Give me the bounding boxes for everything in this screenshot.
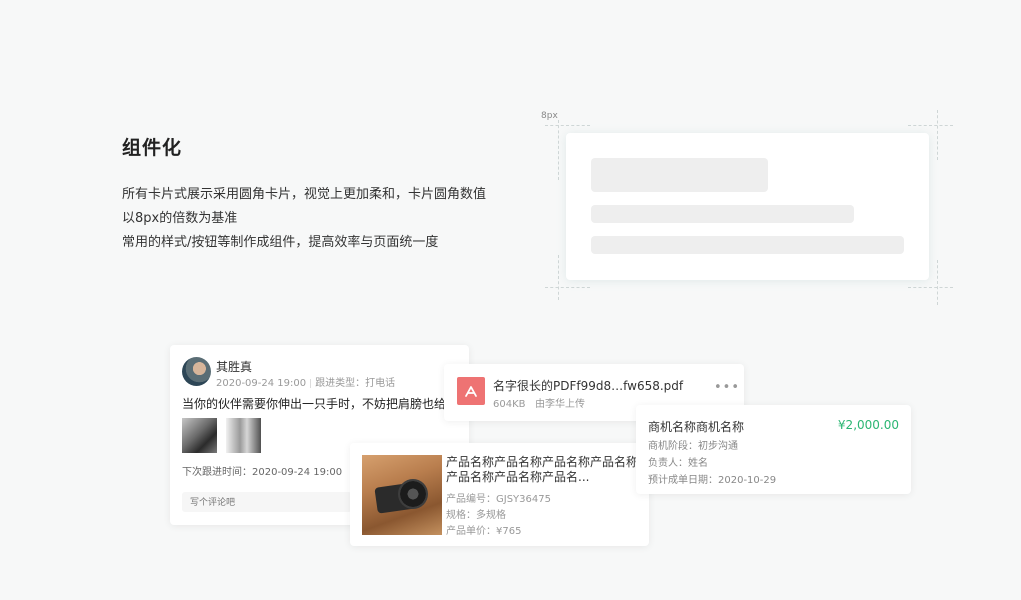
camera-lens — [398, 479, 428, 509]
pdf-glyph — [465, 386, 477, 397]
more-icon[interactable]: ••• — [714, 380, 740, 395]
radius-spec-label: 8px — [541, 111, 558, 121]
opportunity-stage: 商机阶段：初步沟通 — [648, 441, 738, 452]
section-title: 组件化 — [122, 137, 183, 159]
guide-line — [545, 125, 590, 126]
followup-type: 跟进类型：打电话 — [315, 378, 396, 389]
product-card[interactable]: 产品名称产品名称产品名称产品名称产品名称产品名称产品名... 产品编号：GJSY… — [350, 443, 649, 546]
product-name[interactable]: 产品名称产品名称产品名称产品名称产品名称产品名称产品名... — [446, 455, 638, 485]
divider — [310, 378, 312, 388]
product-image[interactable] — [362, 455, 442, 535]
attachment-thumbnail[interactable] — [182, 418, 217, 453]
next-followup-time: 下次跟进时间：2020-09-24 19:00 — [182, 467, 343, 478]
avatar[interactable] — [182, 357, 211, 386]
description-line-2: 以8px的倍数为基准 — [122, 211, 238, 226]
description-line-3: 常用的样式/按钮等制作成组件，提高效率与页面统一度 — [122, 235, 439, 250]
opportunity-amount: ¥2,000.00 — [837, 418, 899, 432]
guide-line — [545, 287, 590, 288]
product-price: 产品单价：¥765 — [446, 526, 522, 537]
opportunity-name[interactable]: 商机名称商机名称 — [648, 418, 744, 435]
skeleton-line — [591, 205, 854, 223]
file-meta: 604KB 由李华上传 — [493, 395, 585, 410]
followup-date: 2020-09-24 19:00 — [216, 378, 307, 389]
followup-meta: 2020-09-24 19:00 跟进类型：打电话 — [216, 374, 395, 389]
followup-content: 当你的伙伴需要你伸出一只手时，不妨把肩膀也给他 — [182, 397, 459, 411]
guide-line — [937, 110, 938, 160]
guide-line — [937, 260, 938, 305]
comment-input[interactable] — [182, 492, 352, 512]
skeleton-line — [591, 236, 904, 254]
file-uploader: 由李华上传 — [535, 399, 586, 410]
attachment-thumbnail[interactable] — [226, 418, 261, 453]
guide-line — [908, 125, 953, 126]
guide-line — [558, 120, 559, 180]
opportunity-owner: 负责人：姓名 — [648, 458, 708, 469]
pdf-icon — [457, 377, 485, 405]
product-spec: 规格：多规格 — [446, 510, 506, 521]
guide-line — [908, 287, 953, 288]
skeleton-card — [566, 133, 929, 280]
file-name[interactable]: 名字很长的PDFf99d8…fw658.pdf — [493, 377, 683, 394]
opportunity-deal-date: 预计成单日期：2020-10-29 — [648, 475, 777, 486]
followup-user-name[interactable]: 其胜真 — [216, 358, 252, 375]
product-code: 产品编号：GJSY36475 — [446, 494, 551, 505]
opportunity-card[interactable]: 商机名称商机名称 ¥2,000.00 商机阶段：初步沟通 负责人：姓名 预计成单… — [636, 405, 911, 494]
skeleton-block — [591, 158, 768, 192]
file-size: 604KB — [493, 399, 526, 410]
guide-line — [558, 255, 559, 300]
description-line-1: 所有卡片式展示采用圆角卡片，视觉上更加柔和，卡片圆角数值 — [122, 187, 487, 202]
